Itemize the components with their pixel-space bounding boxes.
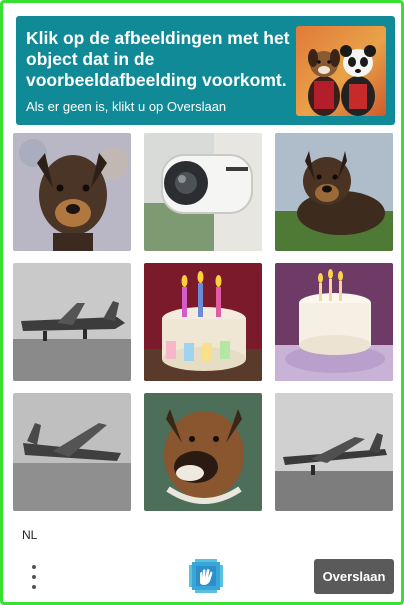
- menu-dot: [32, 585, 36, 589]
- challenge-prompt: Klik op de afbeeldingen met het object d…: [26, 28, 290, 90]
- skip-button[interactable]: Overslaan: [314, 559, 394, 594]
- language-indicator[interactable]: NL: [22, 528, 37, 542]
- image-tile-7[interactable]: [13, 393, 131, 511]
- image-tile-1[interactable]: [13, 133, 131, 251]
- image-tile-3[interactable]: [275, 133, 393, 251]
- challenge-subprompt: Als er geen is, klikt u op Overslaan: [26, 99, 227, 114]
- hcaptcha-logo-icon[interactable]: [189, 559, 223, 593]
- menu-dot: [32, 575, 36, 579]
- example-image: [296, 26, 386, 116]
- image-tile-9[interactable]: [275, 393, 393, 511]
- menu-dots-icon[interactable]: [27, 562, 41, 592]
- image-tile-2[interactable]: [144, 133, 262, 251]
- image-tile-5[interactable]: [144, 263, 262, 381]
- menu-dot: [32, 565, 36, 569]
- challenge-header: Klik op de afbeeldingen met het object d…: [16, 16, 395, 125]
- image-tile-8[interactable]: [144, 393, 262, 511]
- image-tile-4[interactable]: [13, 263, 131, 381]
- captcha-frame: Klik op de afbeeldingen met het object d…: [0, 0, 404, 605]
- image-tile-6[interactable]: [275, 263, 393, 381]
